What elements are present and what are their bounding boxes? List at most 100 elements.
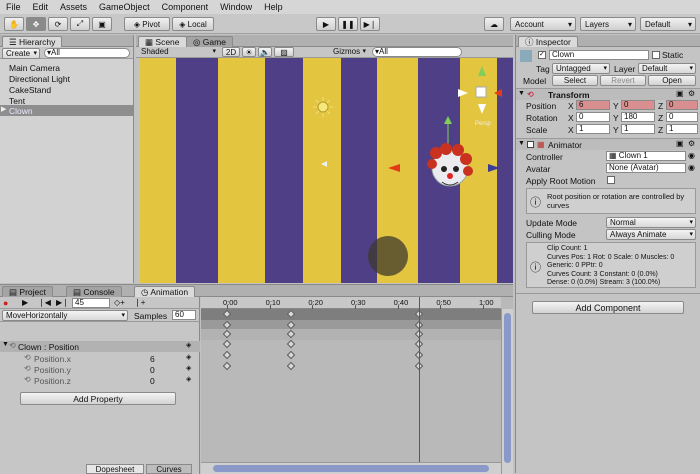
gizmos-dropdown[interactable]: Gizmos (330, 47, 368, 58)
tab-animation[interactable]: ◷ Animation (134, 286, 196, 297)
sun-gizmo-icon[interactable] (313, 97, 333, 117)
prev-key-icon[interactable]: ❘◀ (38, 298, 51, 307)
expand-arrow-icon[interactable]: ▶ (1, 105, 6, 113)
menu-edit[interactable]: Edit (27, 2, 55, 12)
culling-mode-dropdown[interactable]: Always Animate (606, 229, 696, 240)
object-name-field[interactable]: Clown (549, 50, 649, 60)
frame-field[interactable]: 45 (72, 298, 110, 308)
move-tool-icon[interactable]: ✥ (26, 17, 46, 31)
layout-dropdown[interactable]: Default ▾ (640, 17, 696, 31)
menu-window[interactable]: Window (214, 2, 258, 12)
apply-root-motion-checkbox[interactable] (607, 176, 615, 184)
cloud-icon[interactable]: ☁ (484, 17, 504, 31)
scene-search-input[interactable]: ▾All (372, 47, 462, 57)
scrollbar-thumb[interactable] (213, 465, 489, 472)
help-icon[interactable]: ▣ (676, 139, 684, 148)
scale-tool-icon[interactable]: ⤢ (70, 17, 90, 31)
tag-dropdown[interactable]: Untagged (552, 63, 610, 74)
model-select-button[interactable]: Select (552, 75, 598, 86)
active-checkbox[interactable]: ✓ (538, 51, 546, 59)
hierarchy-item-clown-row[interactable]: ▶ Clown (0, 105, 133, 116)
position-z-field[interactable]: 0 (666, 100, 698, 110)
dopesheet-timeline[interactable]: 0:00 0:10 0:20 0:30 0:40 0:50 1:00 (201, 297, 513, 474)
add-property-button[interactable]: Add Property (20, 392, 176, 405)
scale-y-field[interactable]: 1 (621, 124, 655, 134)
play-icon[interactable]: ▶ (22, 298, 28, 307)
property-value[interactable]: 0 (150, 365, 155, 375)
record-icon[interactable]: ● (3, 298, 8, 308)
avatar-field[interactable]: None (Avatar) (606, 163, 686, 173)
add-event-icon[interactable]: ❘+ (134, 298, 145, 307)
tab-project[interactable]: ▤ Project (2, 286, 53, 297)
clip-dropdown[interactable]: MoveHorizontally (2, 310, 128, 321)
event-strip[interactable] (201, 309, 501, 320)
hierarchy-item-main-camera[interactable]: Main Camera (9, 63, 60, 73)
tab-hierarchy[interactable]: ☰ Hierarchy (2, 36, 63, 47)
menu-assets[interactable]: Assets (54, 2, 93, 12)
rotation-z-field[interactable]: 0 (666, 112, 698, 122)
gear-icon[interactable]: ⚙ (688, 89, 695, 98)
hierarchy-item-directional-light[interactable]: Directional Light (9, 74, 70, 84)
keyframe-diamond[interactable] (222, 350, 232, 360)
property-value[interactable]: 0 (150, 376, 155, 386)
audio-toggle-icon[interactable]: 🔈 (258, 47, 272, 57)
timeline-horizontal-scrollbar[interactable] (201, 462, 501, 474)
local-button[interactable]: ◈ Local (172, 17, 214, 31)
rotation-y-field[interactable]: 180 (621, 112, 655, 122)
shading-mode-dropdown[interactable]: Shaded (138, 47, 218, 58)
animator-header[interactable]: ▼ ▦ Animator ▣ ⚙ (516, 138, 700, 150)
menu-file[interactable]: File (0, 2, 27, 12)
keyframe-diamond[interactable] (286, 339, 296, 349)
hand-tool-icon[interactable]: ✋ (4, 17, 24, 31)
scale-x-field[interactable]: 1 (576, 124, 610, 134)
position-y-field[interactable]: 0 (621, 100, 655, 110)
rect-tool-icon[interactable]: ▣ (92, 17, 112, 31)
position-x-field[interactable]: 6 (576, 100, 610, 110)
gear-icon[interactable]: ⚙ (688, 139, 695, 148)
static-checkbox[interactable] (652, 51, 660, 59)
update-mode-dropdown[interactable]: Normal (606, 217, 696, 228)
hierarchy-item-cakestand[interactable]: CakeStand (9, 85, 51, 95)
2d-toggle[interactable]: 2D (222, 47, 240, 57)
add-component-button[interactable]: Add Component (532, 301, 684, 314)
tab-scene[interactable]: ▦ Scene (138, 36, 187, 47)
effects-toggle-icon[interactable]: ▨ (274, 47, 294, 57)
step-icon[interactable]: ▶❘ (360, 17, 380, 31)
hierarchy-search-input[interactable]: ▾All (44, 48, 130, 58)
add-keyframe-icon[interactable]: ◇+ (114, 298, 125, 307)
property-row[interactable]: ⟲ Position.z 0 ◈ (0, 375, 200, 386)
lighting-toggle-icon[interactable]: ☀ (242, 47, 256, 57)
keyframe-diamond[interactable] (286, 350, 296, 360)
keyframe-diamond[interactable] (286, 361, 296, 371)
scale-z-field[interactable]: 1 (666, 124, 698, 134)
account-dropdown[interactable]: Account ▾ (510, 17, 576, 31)
keyframe-diamond[interactable] (222, 361, 232, 371)
playhead-line[interactable] (419, 297, 420, 462)
rotate-tool-icon[interactable]: ⟳ (48, 17, 68, 31)
layer-dropdown[interactable]: Default (638, 63, 696, 74)
menu-gameobject[interactable]: GameObject (93, 2, 156, 12)
property-row[interactable]: ▼ ⟲ Clown : Position ◈ (0, 341, 200, 352)
tab-inspector[interactable]: ⓘ Inspector (518, 36, 578, 47)
controller-field[interactable]: ▦ Clown 1 (606, 151, 686, 161)
timeline-vertical-scrollbar[interactable] (501, 309, 513, 474)
samples-field[interactable]: 60 (172, 310, 196, 320)
object-picker-icon[interactable]: ◉ (688, 151, 695, 160)
tab-console[interactable]: ▤ Console (66, 286, 122, 297)
keyframe-diamond-icon[interactable]: ◈ (186, 341, 191, 349)
object-picker-icon[interactable]: ◉ (688, 163, 695, 172)
transform-header[interactable]: ▼ ⟲ Transform ▣ ⚙ (516, 88, 700, 100)
property-row[interactable]: ⟲ Position.x 6 ◈ (0, 353, 200, 364)
help-icon[interactable]: ▣ (676, 89, 684, 98)
layers-dropdown[interactable]: Layers ▾ (580, 17, 636, 31)
property-value[interactable]: 6 (150, 354, 155, 364)
keyframe-diamond-icon[interactable]: ◈ (186, 353, 191, 361)
time-ruler[interactable]: 0:00 0:10 0:20 0:30 0:40 0:50 1:00 (201, 297, 501, 309)
pivot-button[interactable]: ◈ Pivot (124, 17, 170, 31)
model-open-button[interactable]: Open (648, 75, 696, 86)
tab-game[interactable]: ◎ Game (186, 36, 233, 47)
model-revert-button[interactable]: Revert (600, 75, 646, 86)
keyframe-diamond-icon[interactable]: ◈ (186, 364, 191, 372)
play-icon[interactable]: ▶ (316, 17, 336, 31)
keyframe-diamond[interactable] (222, 339, 232, 349)
